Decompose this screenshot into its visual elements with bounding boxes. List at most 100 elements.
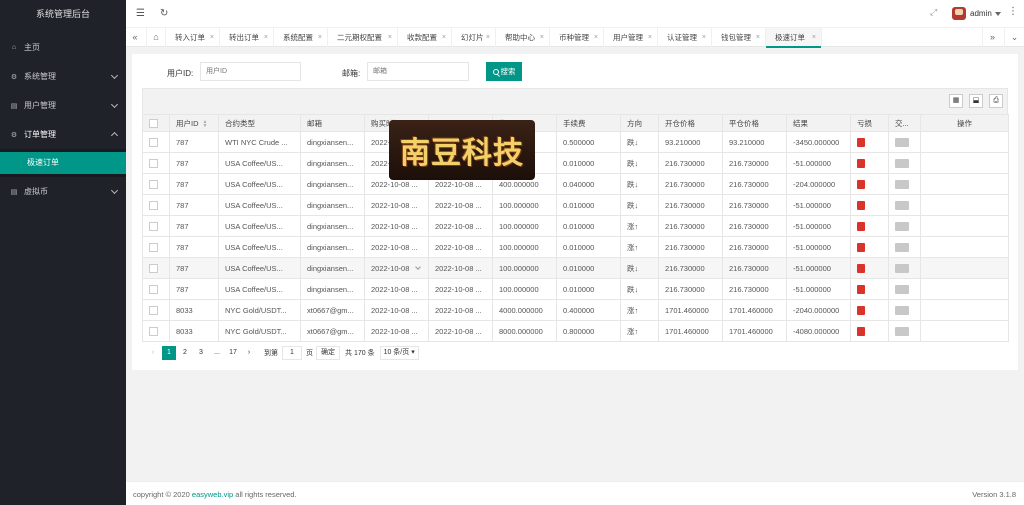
sort-icon[interactable]: ▲ ▼ [203,119,208,128]
row-checkbox[interactable] [142,320,170,342]
table-row[interactable]: 8033 NYC Gold/USDT... xt0667@gm... 2022-10-… [142,299,1009,321]
sidebar-item-crypto[interactable]: ▤ 虚拟币 [0,177,126,206]
sidebar-item-system[interactable]: ⚙ 系统管理 [0,62,126,91]
page-link[interactable]: 1 [162,346,176,360]
select-all-checkbox[interactable] [142,114,170,132]
table-row[interactable]: 8033 NYC Gold/USDT... xt0667@gm... 2022-10-… [142,320,1009,342]
loss-icon [857,179,865,189]
tabs-menu-icon[interactable]: ⌄ [1004,28,1024,47]
fullscreen-icon[interactable]: ⤢ [930,7,937,18]
home-tab-icon[interactable]: ⌂ [146,28,166,47]
next-page-icon[interactable]: › [242,346,256,360]
cell-loss [850,173,889,195]
cell-uid: 787 [169,194,219,216]
row-checkbox[interactable] [142,278,170,300]
menu-toggle-icon[interactable]: ☰ [136,8,145,19]
sidebar-item-orders[interactable]: ⚙ 订单管理 [0,120,126,149]
close-icon[interactable]: × [318,28,322,47]
email-label: 邮箱: [342,69,361,78]
table-row[interactable]: 787 USA Coffee/US... dingxiansen... 2022-10… [142,236,1009,258]
close-icon[interactable]: × [540,28,544,47]
table-row[interactable]: 787 USA Coffee/US... dingxiansen... 2022-10… [142,194,1009,216]
print-icon[interactable]: ⎙ [989,94,1003,108]
sidebar-subitem-fast-orders[interactable]: 极速订单 [0,152,126,174]
tab-item[interactable]: 二元期权配置 × [328,28,398,47]
tabs-scroll-right-icon[interactable]: » [982,28,1002,47]
tab-item[interactable]: 收款配置 × [398,28,452,47]
column-header[interactable]: 用户ID ▲ ▼ [169,114,219,132]
row-checkbox[interactable] [142,131,170,153]
cell-close-time: 2022-10-08 ... [428,278,493,300]
close-icon[interactable]: × [594,28,598,47]
close-icon[interactable]: × [648,28,652,47]
page-link[interactable]: 3 [194,346,208,360]
row-checkbox[interactable] [142,299,170,321]
sidebar-item-users[interactable]: ▤ 用户管理 [0,91,126,120]
sidebar-item-label: 用户管理 [24,101,56,110]
tab-item[interactable]: 认证管理 × [658,28,712,47]
close-icon[interactable]: × [388,28,392,47]
sidebar-item-home[interactable]: ⌂ 主页 [0,33,126,62]
row-checkbox[interactable] [142,215,170,237]
export-icon[interactable]: ⬓ [969,94,983,108]
more-icon[interactable]: ⋮ [1008,6,1018,17]
close-icon[interactable]: × [756,28,760,47]
cell-qty: 100.000000 [492,215,557,237]
close-icon[interactable]: × [486,28,490,47]
page-link[interactable]: 17 [226,346,240,360]
table-row[interactable]: 787 USA Coffee/US... dingxiansen... 2022-10… [142,257,1009,279]
cell-uid: 787 [169,131,219,153]
sidebar: 系统管理后台 ⌂ 主页 ⚙ 系统管理 ▤ 用户管理 ⚙ 订单管理 极速订单 ▤ … [0,0,126,505]
close-icon[interactable]: × [442,28,446,47]
user-name[interactable]: admin [970,9,992,18]
tab-item[interactable]: 系统配置 × [274,28,328,47]
table-row[interactable]: 787 USA Coffee/US... dingxiansen... 2022-10… [142,173,1009,195]
email-input[interactable] [367,62,469,81]
row-checkbox[interactable] [142,236,170,258]
tabs-scroll-left-icon[interactable]: « [126,28,144,47]
page-size-select[interactable]: 10 条/页 ▾ [379,346,419,360]
goto-page-input[interactable]: 1 [282,346,302,360]
cell-close-time: 2022-10-08 ... [428,236,493,258]
cell-loss [850,257,889,279]
tab-item[interactable]: 幻灯片 × [452,28,496,47]
table-row[interactable]: 787 USA Coffee/US... dingxiansen... 2022-1.… [142,152,1009,174]
refresh-icon[interactable]: ↻ [160,8,168,19]
tab-item[interactable]: 币种管理 × [550,28,604,47]
tab-item[interactable]: 用户管理 × [604,28,658,47]
tab-item[interactable]: 转出订单 × [220,28,274,47]
row-checkbox[interactable] [142,194,170,216]
search-button[interactable]: 搜索 [486,62,522,81]
page-link[interactable]: 2 [178,346,192,360]
close-icon[interactable]: × [812,28,816,47]
table-row[interactable]: 787WTI NYC Crude ...dingxiansen...2022-1… [142,131,1009,153]
caret-down-icon[interactable] [995,12,1001,16]
prev-page-icon[interactable]: ‹ [146,346,160,360]
row-checkbox[interactable] [142,173,170,195]
row-checkbox[interactable] [142,257,170,279]
columns-icon[interactable]: ▦ [949,94,963,108]
close-icon[interactable]: × [264,28,268,47]
close-icon[interactable]: × [702,28,706,47]
cell-deal [888,152,921,174]
user-id-input[interactable] [200,62,301,81]
tab-item[interactable]: 极速订单 × [766,28,822,48]
tab-label: 钱包管理 [721,33,751,42]
avatar[interactable] [952,7,966,20]
cell-type: USA Coffee/US... [218,278,301,300]
tabs: 转入订单 × 转出订单 × 系统配置 × 二元期权配置 × 收款配置 × 幻灯片 × 帮助中心 × 币种管理… [166,28,822,48]
table-row[interactable]: 787 USA Coffee/US... dingxiansen... 2022-10… [142,215,1009,237]
table-header-row: 用户ID▲▼ 合约类型 邮箱 购买时间 数量 手续费 方向 开仓价格 平仓价格 … [142,114,1009,132]
cell-direction: 涨↑ [620,299,659,321]
row-checkbox[interactable] [142,152,170,174]
goto-confirm-button[interactable]: 确定 [316,346,340,360]
tab-item[interactable]: 钱包管理 × [712,28,766,47]
tab-item[interactable]: 转入订单 × [166,28,220,47]
cell-actions [920,278,1009,300]
tab-item[interactable]: 帮助中心 × [496,28,550,47]
close-icon[interactable]: × [210,28,214,47]
cell-deal [888,257,921,279]
cell-direction: 跌↓ [620,194,659,216]
table-row[interactable]: 787 USA Coffee/US... dingxiansen... 2022-10… [142,278,1009,300]
copyright-link[interactable]: easyweb.vip [192,490,233,499]
